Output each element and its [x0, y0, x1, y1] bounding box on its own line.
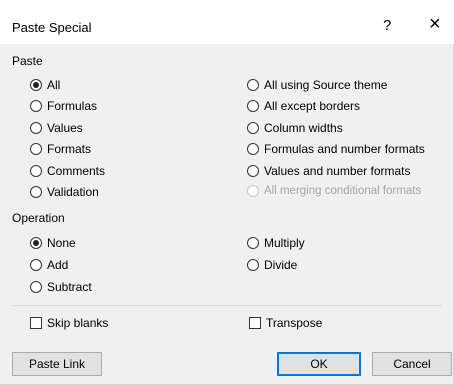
radio-icon — [30, 100, 42, 112]
dialog-title: Paste Special — [12, 20, 92, 35]
operation-option-add[interactable]: Add — [30, 258, 68, 272]
option-label: Comments — [47, 164, 106, 178]
paste-option-all[interactable]: All — [30, 78, 60, 92]
help-button[interactable]: ? — [383, 17, 391, 34]
paste-option-values-and-number-formats[interactable]: Values and number formats — [247, 164, 411, 178]
radio-icon — [247, 237, 259, 249]
paste-option-comments[interactable]: Comments — [30, 164, 105, 178]
operation-option-multiply[interactable]: Multiply — [247, 236, 305, 250]
paste-option-values[interactable]: Values — [30, 121, 83, 135]
transpose-checkbox[interactable]: Transpose — [249, 316, 322, 330]
option-label: Subtract — [47, 280, 92, 294]
operation-option-subtract[interactable]: Subtract — [30, 280, 92, 294]
paste-section-label: Paste — [12, 54, 43, 68]
option-label: Validation — [47, 185, 99, 199]
radio-icon — [30, 165, 42, 177]
paste-special-dialog: Paste Special ? × Paste All Formulas Val… — [0, 0, 454, 385]
radio-icon — [30, 281, 42, 293]
option-label: All — [47, 78, 61, 92]
paste-option-formats[interactable]: Formats — [30, 142, 91, 156]
title-bar: Paste Special ? × — [0, 0, 454, 44]
ok-button[interactable]: OK — [277, 352, 361, 376]
skip-blanks-checkbox[interactable]: Skip blanks — [30, 316, 108, 330]
radio-icon — [30, 79, 42, 91]
radio-icon — [30, 186, 42, 198]
radio-icon — [247, 259, 259, 271]
option-label: Formulas — [47, 99, 98, 113]
paste-option-all-using-source-theme[interactable]: All using Source theme — [247, 78, 387, 92]
paste-option-all-merging-conditional-formats: All merging conditional formats — [247, 185, 421, 197]
checkbox-icon — [249, 317, 261, 329]
option-label: All using Source theme — [264, 78, 388, 92]
option-label: All merging conditional formats — [264, 185, 422, 197]
checkbox-icon — [30, 317, 42, 329]
checkbox-label: Skip blanks — [47, 316, 109, 330]
radio-icon — [247, 185, 259, 197]
option-label: Add — [47, 258, 69, 272]
option-label: Multiply — [264, 236, 305, 250]
radio-icon — [247, 122, 259, 134]
option-label: Values — [47, 121, 83, 135]
operation-section-label: Operation — [12, 211, 65, 225]
radio-icon — [30, 122, 42, 134]
option-label: None — [47, 236, 76, 250]
radio-icon — [247, 79, 259, 91]
radio-icon — [247, 165, 259, 177]
cancel-button[interactable]: Cancel — [372, 352, 452, 376]
option-label: Divide — [264, 258, 298, 272]
paste-option-column-widths[interactable]: Column widths — [247, 121, 343, 135]
paste-option-formulas[interactable]: Formulas — [30, 99, 97, 113]
operation-option-divide[interactable]: Divide — [247, 258, 297, 272]
paste-option-formulas-and-number-formats[interactable]: Formulas and number formats — [247, 142, 425, 156]
option-label: Formulas and number formats — [264, 142, 425, 156]
radio-icon — [247, 100, 259, 112]
radio-icon — [30, 143, 42, 155]
radio-icon — [247, 143, 259, 155]
separator — [12, 305, 442, 306]
paste-option-all-except-borders[interactable]: All except borders — [247, 99, 360, 113]
close-button[interactable]: × — [429, 14, 441, 34]
radio-icon — [30, 259, 42, 271]
paste-option-validation[interactable]: Validation — [30, 185, 99, 199]
paste-link-button[interactable]: Paste Link — [12, 352, 102, 376]
radio-icon — [30, 237, 42, 249]
option-label: All except borders — [264, 99, 361, 113]
operation-option-none[interactable]: None — [30, 236, 76, 250]
option-label: Values and number formats — [264, 164, 411, 178]
checkbox-label: Transpose — [266, 316, 323, 330]
option-label: Formats — [47, 142, 92, 156]
option-label: Column widths — [264, 121, 343, 135]
